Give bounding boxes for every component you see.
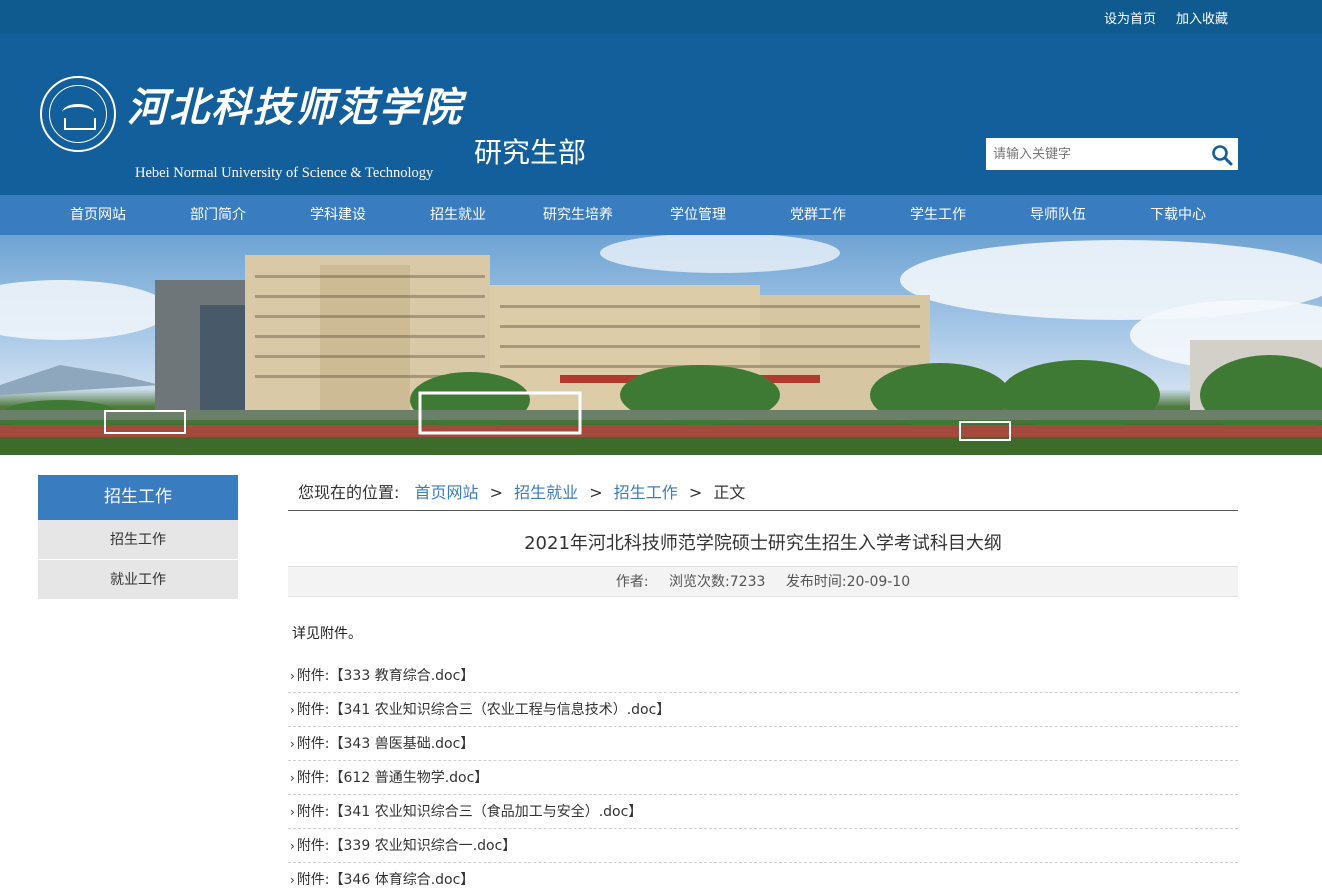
nav-item-downloads[interactable]: 下载中心 (1118, 195, 1238, 235)
attachment-label: 附件:【341 农业知识综合三（食品加工与安全）.doc】 (296, 804, 643, 820)
article-panel: 您现在的位置: 首页网站 > 招生就业 > 招生工作 > 正文 2021年河北科… (288, 475, 1238, 890)
attachment-link[interactable]: › 附件:【343 兽医基础.doc】 (288, 727, 1238, 761)
set-homepage-link[interactable]: 设为首页 (1104, 8, 1156, 27)
attachment-label: 附件:【612 普通生物学.doc】 (296, 770, 489, 786)
campus-illustration (0, 235, 1322, 455)
university-name-en: Hebei Normal University of Science & Tec… (135, 165, 434, 181)
nav-item-admissions[interactable]: 招生就业 (398, 195, 518, 235)
department-title: 研究生部 (474, 136, 587, 169)
sidebar-item-employment[interactable]: 就业工作 (38, 560, 238, 600)
breadcrumb-link-admissions[interactable]: 招生就业 (514, 483, 578, 502)
chevron-right-icon: › (290, 703, 295, 717)
nav-item-students[interactable]: 学生工作 (878, 195, 998, 235)
chevron-right-icon: › (290, 839, 295, 853)
views-label: 浏览次数: (669, 574, 730, 590)
breadcrumb-separator: > (688, 483, 703, 502)
university-name-cn[interactable]: 河北科技师范学院 (127, 86, 463, 130)
article-meta: 作者: 浏览次数:7233 发布时间:20-09-10 (288, 566, 1238, 597)
views-field: 浏览次数:7233 (669, 574, 765, 590)
main-nav: 首页网站 部门简介 学科建设 招生就业 研究生培养 学位管理 党群工作 学生工作… (0, 195, 1322, 235)
nav-item-training[interactable]: 研究生培养 (518, 195, 638, 235)
attachment-list: › 附件:【333 教育综合.doc】 › 附件:【341 农业知识综合三（农业工程… (288, 659, 1238, 890)
attachment-link[interactable]: › 附件:【612 普通生物学.doc】 (288, 761, 1238, 795)
attachment-label: 附件:【333 教育综合.doc】 (296, 668, 475, 684)
author-label: 作者: (615, 574, 649, 590)
nav-item-supervisors[interactable]: 导师队伍 (998, 195, 1118, 235)
chevron-right-icon: › (290, 737, 295, 751)
breadcrumb-separator: > (489, 483, 504, 502)
attachment-link[interactable]: › 附件:【333 教育综合.doc】 (288, 659, 1238, 693)
attachment-link[interactable]: › 附件:【341 农业知识综合三（食品加工与安全）.doc】 (288, 795, 1238, 829)
date-label: 发布时间: (785, 574, 847, 590)
breadcrumb-link-recruitment[interactable]: 招生工作 (614, 483, 678, 502)
attachment-label: 附件:【339 农业知识综合一.doc】 (296, 838, 517, 854)
nav-item-home[interactable]: 首页网站 (38, 195, 158, 235)
views-count: 7233 (729, 574, 766, 590)
top-utility-bar: 设为首页 加入收藏 (0, 0, 1322, 34)
chevron-right-icon: › (290, 669, 295, 683)
search-input[interactable] (987, 139, 1205, 169)
sidebar-item-admissions[interactable]: 招生工作 (38, 520, 238, 560)
attachment-label: 附件:【343 兽医基础.doc】 (296, 736, 475, 752)
nav-item-about[interactable]: 部门简介 (158, 195, 278, 235)
attachment-link[interactable]: › 附件:【339 农业知识综合一.doc】 (288, 829, 1238, 863)
article-body: 详见附件。 (292, 626, 362, 642)
add-bookmark-link[interactable]: 加入收藏 (1176, 8, 1228, 27)
breadcrumb: 您现在的位置: 首页网站 > 招生就业 > 招生工作 > 正文 (288, 475, 1238, 511)
sidebar: 招生工作 招生工作 就业工作 (38, 475, 238, 600)
sidebar-title: 招生工作 (38, 475, 238, 520)
attachment-link[interactable]: › 附件:【346 体育综合.doc】 (288, 863, 1238, 890)
university-seal-logo[interactable] (40, 76, 116, 152)
chevron-right-icon: › (290, 805, 295, 819)
breadcrumb-separator: > (589, 483, 603, 502)
date-field: 发布时间:20-09-10 (786, 574, 910, 590)
search-icon[interactable] (1211, 144, 1233, 166)
nav-item-party[interactable]: 党群工作 (758, 195, 878, 235)
publish-date: 20-09-10 (846, 574, 911, 590)
chevron-right-icon: › (290, 771, 295, 785)
attachment-label: 附件:【346 体育综合.doc】 (296, 872, 475, 888)
campus-banner-image (0, 235, 1322, 455)
chevron-right-icon: › (290, 873, 295, 887)
site-header: 河北科技师范学院 Hebei Normal University of Scie… (0, 34, 1322, 195)
main-content-area: 招生工作 招生工作 就业工作 您现在的位置: 首页网站 > 招生就业 > 招生工… (0, 455, 1322, 890)
attachment-link[interactable]: › 附件:【341 农业知识综合三（农业工程与信息技术）.doc】 (288, 693, 1238, 727)
nav-item-degree[interactable]: 学位管理 (638, 195, 758, 235)
attachment-label: 附件:【341 农业知识综合三（农业工程与信息技术）.doc】 (296, 702, 671, 718)
breadcrumb-link-home[interactable]: 首页网站 (415, 483, 479, 502)
top-links: 设为首页 加入收藏 (1104, 0, 1228, 34)
article-title: 2021年河北科技师范学院硕士研究生招生入学考试科目大纲 (524, 533, 1002, 554)
breadcrumb-label: 您现在的位置: (298, 483, 400, 502)
breadcrumb-current: 正文 (713, 483, 746, 502)
search-box (986, 138, 1238, 170)
nav-item-disciplines[interactable]: 学科建设 (278, 195, 398, 235)
